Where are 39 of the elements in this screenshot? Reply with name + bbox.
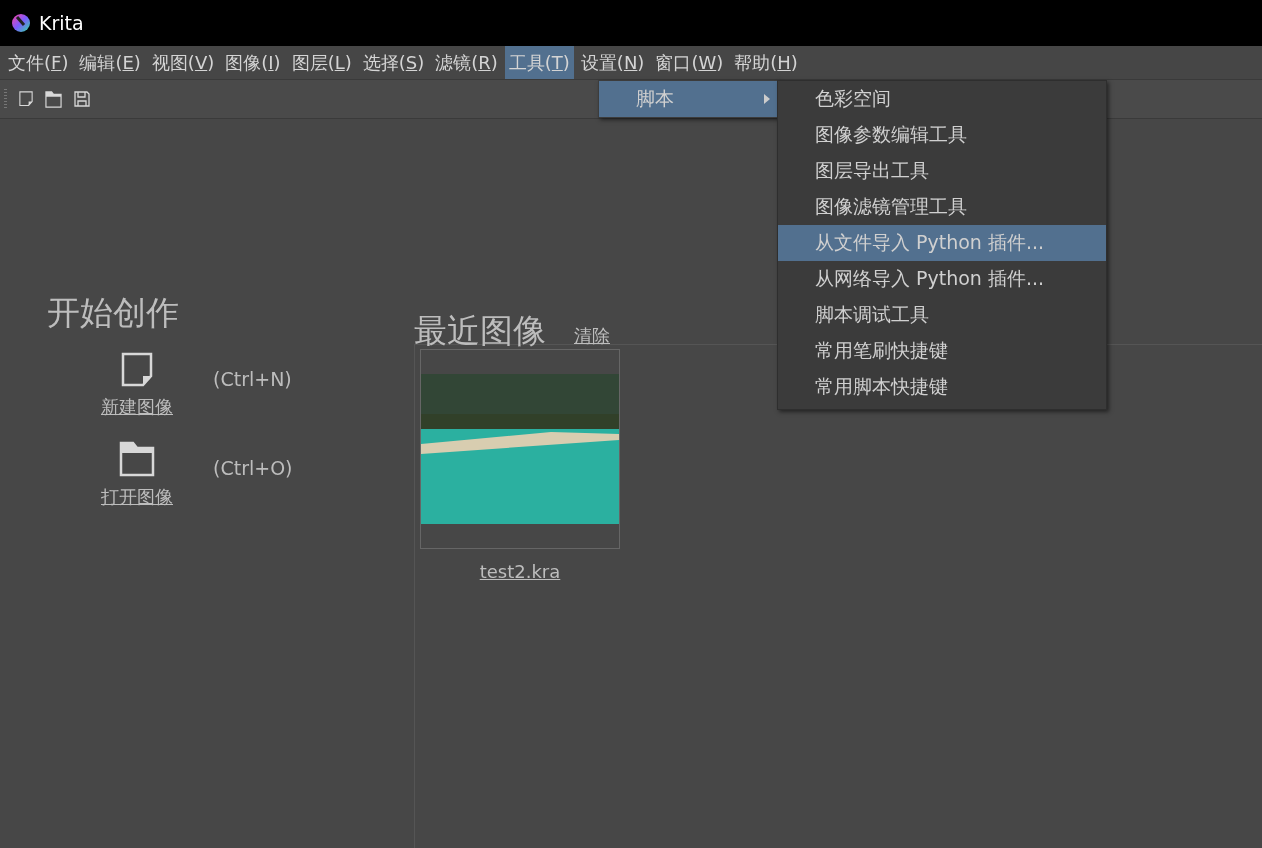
menu-entry[interactable]: 图像参数编辑工具: [778, 117, 1106, 153]
folder-icon[interactable]: [45, 90, 62, 108]
section-title: 开始创作: [47, 292, 180, 334]
menu-item[interactable]: 文件(F): [4, 46, 73, 79]
new-document-icon[interactable]: [19, 91, 33, 107]
clear-link[interactable]: 清除: [574, 324, 610, 348]
menu-item[interactable]: 工具(T): [504, 46, 574, 79]
app-logo-icon: [11, 13, 31, 33]
file-thumbnail[interactable]: [420, 349, 620, 549]
shortcut-text: (Ctrl+N): [213, 367, 292, 390]
action-link[interactable]: 打开图像: [101, 485, 173, 510]
menu-item[interactable]: 窗口(W): [651, 46, 728, 79]
save-icon[interactable]: [74, 91, 90, 107]
menu-item[interactable]: 滤镜(R): [431, 46, 502, 79]
shortcut-text: (Ctrl+O): [213, 457, 293, 480]
menu-entry[interactable]: 常用笔刷快捷键: [778, 333, 1106, 369]
action-link[interactable]: 新建图像: [101, 395, 173, 420]
menu-entry[interactable]: 脚本调试工具: [778, 297, 1106, 333]
section-title: 最近图像: [414, 310, 546, 352]
menu-entry[interactable]: 从文件导入 Python 插件...: [778, 225, 1106, 261]
submenu-arrow-icon: [764, 94, 770, 104]
menu-item[interactable]: 设置(N): [576, 46, 649, 79]
window-title: Krita: [39, 12, 84, 34]
file-link[interactable]: test2.kra: [479, 561, 561, 582]
menu-entry[interactable]: 脚本: [599, 81, 778, 117]
menu-item[interactable]: 视图(V): [147, 46, 219, 79]
toolbar-grip-icon[interactable]: [4, 89, 7, 109]
new-document-icon[interactable]: [121, 352, 153, 388]
folder-icon[interactable]: [119, 441, 155, 478]
menu-item[interactable]: 图像(I): [221, 46, 285, 79]
menu-entry[interactable]: 从网络导入 Python 插件...: [778, 261, 1106, 297]
menu-item[interactable]: 选择(S): [358, 46, 429, 79]
menu-item[interactable]: 帮助(H): [730, 46, 802, 79]
menu-entry[interactable]: 色彩空间: [778, 81, 1106, 117]
menu-item[interactable]: 编辑(E): [75, 46, 145, 79]
menu-entry[interactable]: 图像滤镜管理工具: [778, 189, 1106, 225]
menu-item[interactable]: 图层(L): [287, 46, 356, 79]
menu-entry[interactable]: 常用脚本快捷键: [778, 369, 1106, 405]
menu-entry[interactable]: 图层导出工具: [778, 153, 1106, 189]
